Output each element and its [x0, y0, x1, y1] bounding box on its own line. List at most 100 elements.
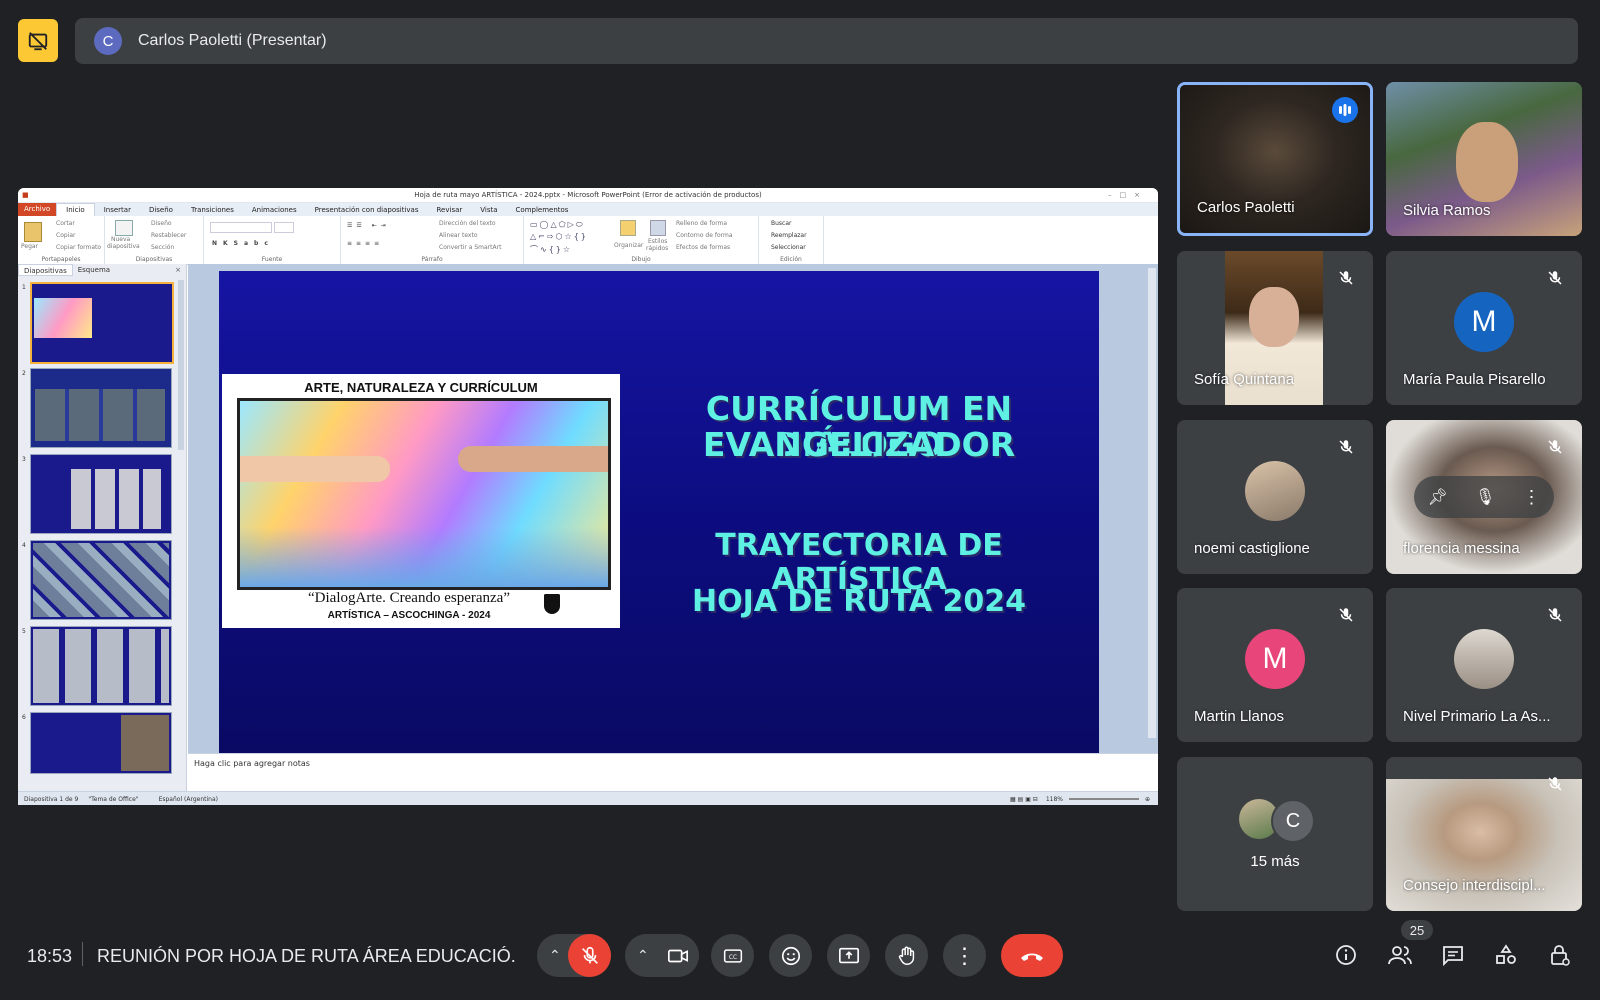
tab-esquema[interactable]: Esquema [73, 264, 115, 276]
slide-thumbnail-3[interactable] [30, 454, 172, 534]
participant-tile[interactable]: Nivel Primario La As... [1386, 588, 1582, 742]
cut-button[interactable]: Cortar [56, 220, 75, 227]
raise-hand-button[interactable] [885, 934, 928, 977]
section-button[interactable]: Sección [151, 244, 174, 251]
smartart-button[interactable]: Convertir a SmartArt [439, 244, 501, 251]
activities-button[interactable] [1488, 937, 1524, 973]
replace-button[interactable]: Reemplazar [771, 232, 807, 239]
tab-diseno[interactable]: Diseño [140, 206, 182, 214]
shapes-gallery-row3[interactable]: ⌒∿{}☆ [530, 244, 572, 255]
slide-artwork: ARTE, NATURALEZA Y CURRÍCULUM “DialogArt… [222, 374, 620, 628]
reset-button[interactable]: Restablecer [151, 232, 186, 239]
shape-outline-button[interactable]: Contorno de forma [676, 232, 733, 239]
shape-fill-button[interactable]: Relleno de forma [676, 220, 727, 227]
present-screen-button[interactable] [827, 934, 870, 977]
tab-inicio[interactable]: Inicio [56, 203, 95, 216]
participant-tile[interactable]: 📌︎ 🎙︎ ⋮ florencia messina [1386, 420, 1582, 574]
participant-tile[interactable]: M María Paula Pisarello [1386, 251, 1582, 405]
mic-options-chevron-icon[interactable]: ⌃ [549, 947, 561, 964]
participant-tile[interactable]: Silvia Ramos [1386, 82, 1582, 236]
shapes-gallery-row2[interactable]: △⌐⇨⬡☆{} [530, 232, 588, 241]
font-format-icons[interactable]: NKSabc [212, 240, 274, 247]
meeting-info-button[interactable] [1328, 937, 1364, 973]
slide-scrollbar[interactable] [1148, 268, 1156, 738]
thumb-image [33, 629, 169, 703]
tab-transiciones[interactable]: Transiciones [182, 206, 243, 214]
pane-scrollbar[interactable] [178, 280, 184, 450]
status-zoom[interactable]: 118% [1046, 796, 1063, 803]
font-size-field[interactable] [274, 222, 294, 233]
paste-button[interactable]: Pegar [21, 243, 38, 250]
tab-vista[interactable]: Vista [471, 206, 506, 214]
participant-tile[interactable]: Consejo interdiscipl... [1386, 757, 1582, 911]
tab-complementos[interactable]: Complementos [507, 206, 578, 214]
group-label: Portapapeles [41, 256, 81, 263]
quick-styles-label-2[interactable]: rápidos [646, 245, 668, 252]
participant-tile[interactable]: M Martin Llanos [1177, 588, 1373, 742]
font-name-field[interactable] [210, 222, 272, 233]
mute-participant-icon[interactable]: 🎙︎ [1475, 487, 1495, 507]
artwork-title: ARTE, NATURALEZA Y CURRÍCULUM [304, 380, 538, 395]
host-controls-button[interactable] [1542, 937, 1578, 973]
tab-revisar[interactable]: Revisar [428, 206, 472, 214]
current-slide[interactable]: ARTE, NATURALEZA Y CURRÍCULUM “DialogArt… [219, 271, 1099, 753]
camera-toggle-button[interactable] [656, 934, 699, 977]
new-slide-icon[interactable] [115, 220, 133, 236]
mic-toggle-button[interactable] [568, 934, 611, 977]
tab-presentacion[interactable]: Presentación con diapositivas [306, 206, 428, 214]
more-options-button[interactable]: ⋮ [943, 934, 986, 977]
window-controls-icon[interactable]: –□× [1108, 188, 1148, 202]
notes-placeholder[interactable]: Haga clic para agregar notas [188, 754, 1158, 773]
meeting-title[interactable]: REUNIÓN POR HOJA DE RUTA ÁREA EDUCACIÓ..… [97, 946, 517, 967]
chat-button[interactable] [1435, 937, 1471, 973]
camera-options-chevron-icon[interactable]: ⌃ [637, 947, 649, 964]
paste-icon[interactable] [24, 222, 42, 242]
copy-button[interactable]: Copiar [56, 232, 75, 239]
find-button[interactable]: Buscar [771, 220, 792, 227]
slide-thumbnail-2[interactable] [30, 368, 172, 448]
select-button[interactable]: Seleccionar [771, 244, 806, 251]
slide-thumbnail-1[interactable] [30, 282, 174, 364]
align-icons[interactable]: ≡≡≡≡ [347, 240, 383, 247]
tab-archivo[interactable]: Archivo [18, 203, 57, 216]
zoom-plus-icon[interactable]: ⊕ [1145, 796, 1150, 803]
close-pane-icon[interactable]: × [170, 264, 186, 276]
pin-icon[interactable]: 📌︎ [1428, 487, 1448, 507]
view-buttons-icon[interactable]: ▦ ▤ ▣ ⊟ [1010, 796, 1038, 803]
leave-call-button[interactable] [1001, 934, 1063, 977]
participant-name: Carlos Paoletti [1197, 199, 1295, 216]
more-participants-tile[interactable]: C 15 más [1177, 757, 1373, 911]
participant-tile[interactable]: noemi castiglione [1177, 420, 1373, 574]
quick-styles-button[interactable]: Estilos [648, 238, 667, 245]
tab-animaciones[interactable]: Animaciones [243, 206, 306, 214]
participant-tile[interactable]: Carlos Paoletti [1177, 82, 1373, 236]
arrange-button[interactable]: Organizar [614, 242, 643, 249]
hand-left [240, 456, 390, 482]
layout-button[interactable]: Diseño [151, 220, 172, 227]
new-slide-label-2[interactable]: diapositiva [107, 243, 140, 250]
new-slide-label[interactable]: Nueva [111, 236, 130, 243]
align-text-button[interactable]: Alinear texto [439, 232, 478, 239]
list-icons[interactable]: ☰☰ ⇤⇥ [347, 222, 390, 229]
arrange-icon[interactable] [620, 220, 636, 236]
reactions-button[interactable] [769, 934, 812, 977]
captions-button[interactable]: CC [711, 934, 754, 977]
shapes-gallery-icon[interactable]: ▭◯△⬠▷⬭ [530, 220, 585, 230]
format-painter-button[interactable]: Copiar formato [56, 244, 101, 251]
shape-effects-button[interactable]: Efectos de formas [676, 244, 730, 251]
slide-thumbnail-4[interactable] [30, 540, 172, 620]
quick-styles-icon[interactable] [650, 220, 666, 236]
zoom-slider[interactable] [1068, 798, 1139, 800]
stop-presenting-icon[interactable] [18, 19, 58, 62]
slide-thumbnail-5[interactable] [30, 626, 172, 706]
participant-tile[interactable]: Sofía Quintana [1177, 251, 1373, 405]
more-options-icon[interactable]: ⋮ [1522, 487, 1540, 508]
artwork-painting [237, 398, 611, 590]
text-direction-button[interactable]: Dirección del texto [439, 220, 496, 227]
people-button[interactable] [1382, 937, 1418, 973]
tab-insertar[interactable]: Insertar [95, 206, 140, 214]
slide-thumbnail-6[interactable] [30, 712, 172, 774]
notes-pane[interactable]: Haga clic para agregar notas [188, 753, 1158, 792]
status-language: Español (Argentina) [158, 795, 218, 803]
tab-diapositivas[interactable]: Diapositivas [18, 264, 73, 276]
